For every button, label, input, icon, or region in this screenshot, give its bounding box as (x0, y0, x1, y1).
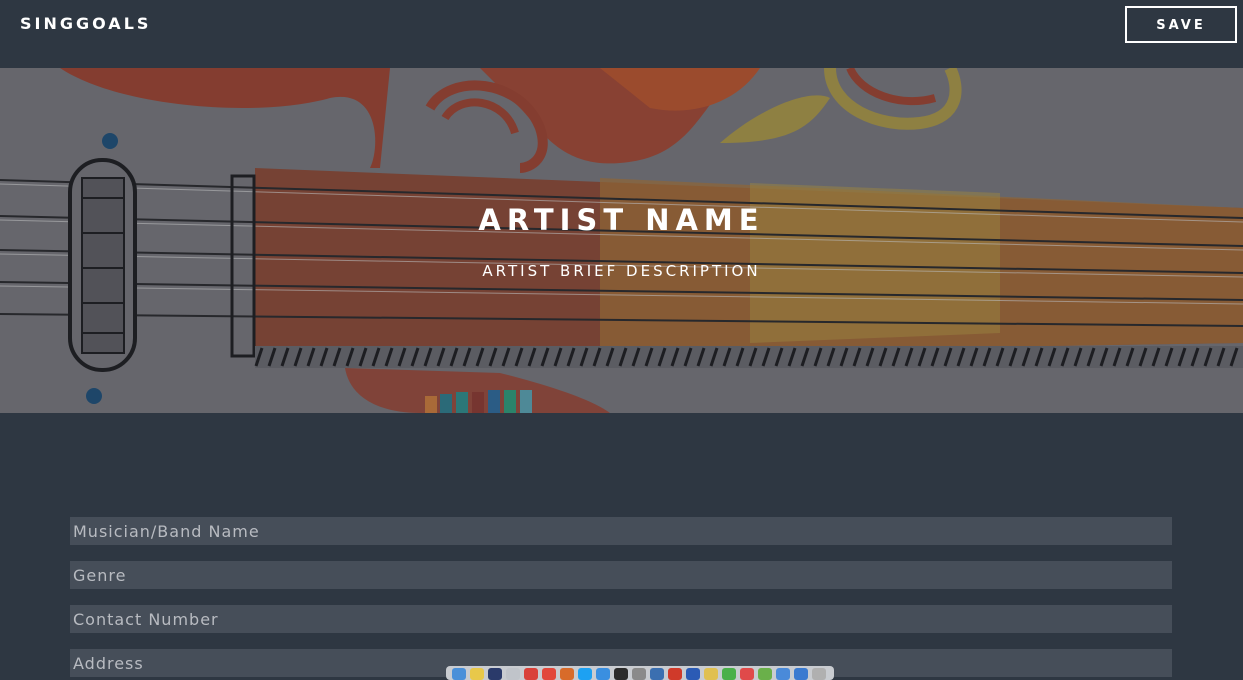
app-icon[interactable] (668, 668, 682, 680)
word-icon[interactable] (686, 668, 700, 680)
guitar-illustration (0, 68, 1243, 413)
calendar-icon[interactable] (524, 668, 538, 680)
app-icon[interactable] (632, 668, 646, 680)
genre-field[interactable] (70, 561, 1172, 589)
chrome-icon[interactable] (542, 668, 556, 680)
terminal-icon[interactable] (614, 668, 628, 680)
skype-icon[interactable] (578, 668, 592, 680)
save-button[interactable]: SAVE (1125, 6, 1237, 43)
app-icon[interactable] (776, 668, 790, 680)
app-icon[interactable] (722, 668, 736, 680)
os-dock (446, 666, 834, 680)
finder-icon[interactable] (452, 668, 466, 680)
notes-icon[interactable] (470, 668, 484, 680)
artist-name-heading: ARTIST NAME (478, 203, 765, 237)
app-icon[interactable] (506, 668, 520, 680)
contact-number-field[interactable] (70, 605, 1172, 633)
appstore-icon[interactable] (596, 668, 610, 680)
app-icon[interactable] (560, 668, 574, 680)
app-icon[interactable] (704, 668, 718, 680)
navbar: SINGGOALS SAVE (0, 0, 1243, 68)
app-icon[interactable] (488, 668, 502, 680)
band-name-field[interactable] (70, 517, 1172, 545)
trash-icon[interactable] (812, 668, 826, 680)
hero-banner: ARTIST NAME ARTIST BRIEF DESCRIPTION (0, 68, 1243, 413)
app-icon[interactable] (758, 668, 772, 680)
app-icon[interactable] (650, 668, 664, 680)
app-icon[interactable] (740, 668, 754, 680)
brand-logo[interactable]: SINGGOALS (20, 14, 151, 33)
app-icon[interactable] (794, 668, 808, 680)
artist-description: ARTIST BRIEF DESCRIPTION (482, 262, 761, 280)
